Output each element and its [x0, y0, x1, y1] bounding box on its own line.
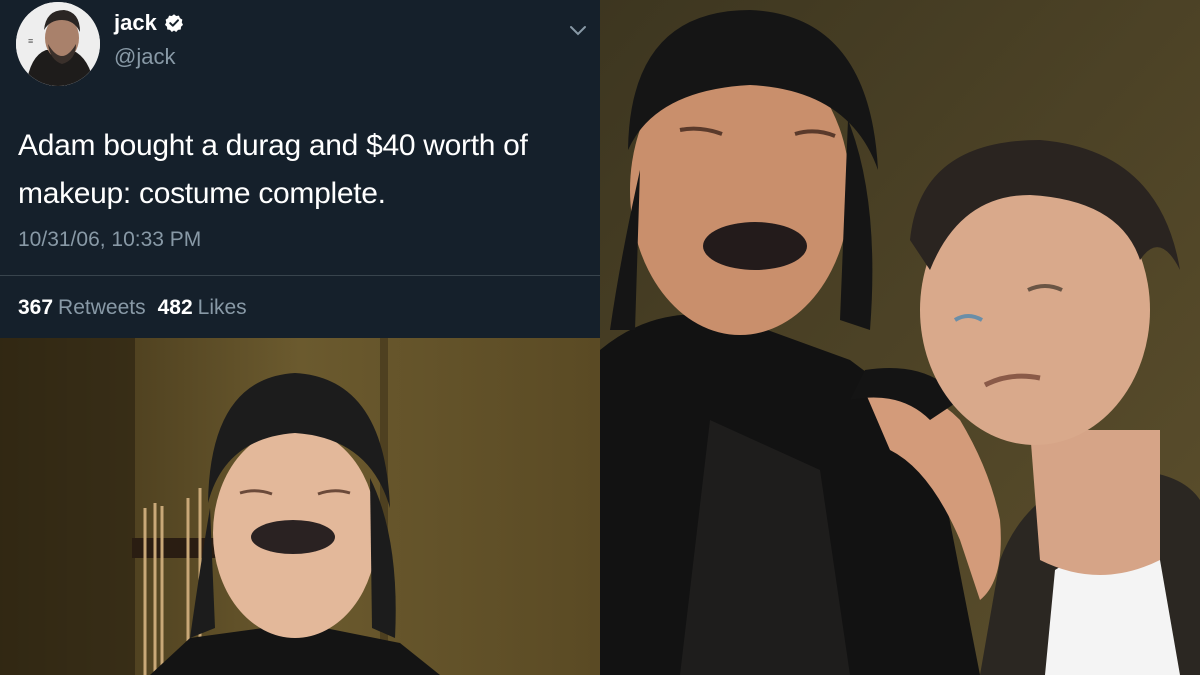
- retweets-count: 367: [18, 296, 54, 319]
- likes-stat[interactable]: 482 Likes: [158, 296, 247, 320]
- user-name-row[interactable]: jack: [114, 10, 184, 36]
- display-name[interactable]: jack: [114, 10, 157, 36]
- retweets-stat[interactable]: 367 Retweets: [18, 296, 146, 320]
- tweet-stats: 367 Retweets 482 Likes: [18, 296, 247, 320]
- verified-badge-icon: [164, 14, 183, 32]
- tweet-text-line-1: Adam bought a durag and $40 worth of: [18, 129, 528, 162]
- chevron-down-icon[interactable]: [568, 24, 588, 38]
- likes-label: Likes: [197, 296, 247, 319]
- retweets-label: Retweets: [58, 296, 146, 319]
- tweet-text: Adam bought a durag and $40 worth of mak…: [18, 122, 588, 218]
- tweet-card: ≡ jack @jack Adam bought a durag and $40…: [0, 0, 600, 338]
- likes-count: 482: [157, 296, 193, 319]
- tweet-photo-2[interactable]: [600, 0, 1200, 675]
- tweet-text-line-2: makeup: costume complete.: [18, 177, 386, 210]
- svg-text:≡: ≡: [28, 36, 33, 46]
- user-handle[interactable]: @jack: [114, 44, 175, 70]
- divider: [0, 275, 600, 276]
- avatar[interactable]: ≡: [16, 2, 100, 86]
- tweet-timestamp[interactable]: 10/31/06, 10:33 PM: [18, 228, 201, 252]
- tweet-photo-1[interactable]: [0, 338, 600, 675]
